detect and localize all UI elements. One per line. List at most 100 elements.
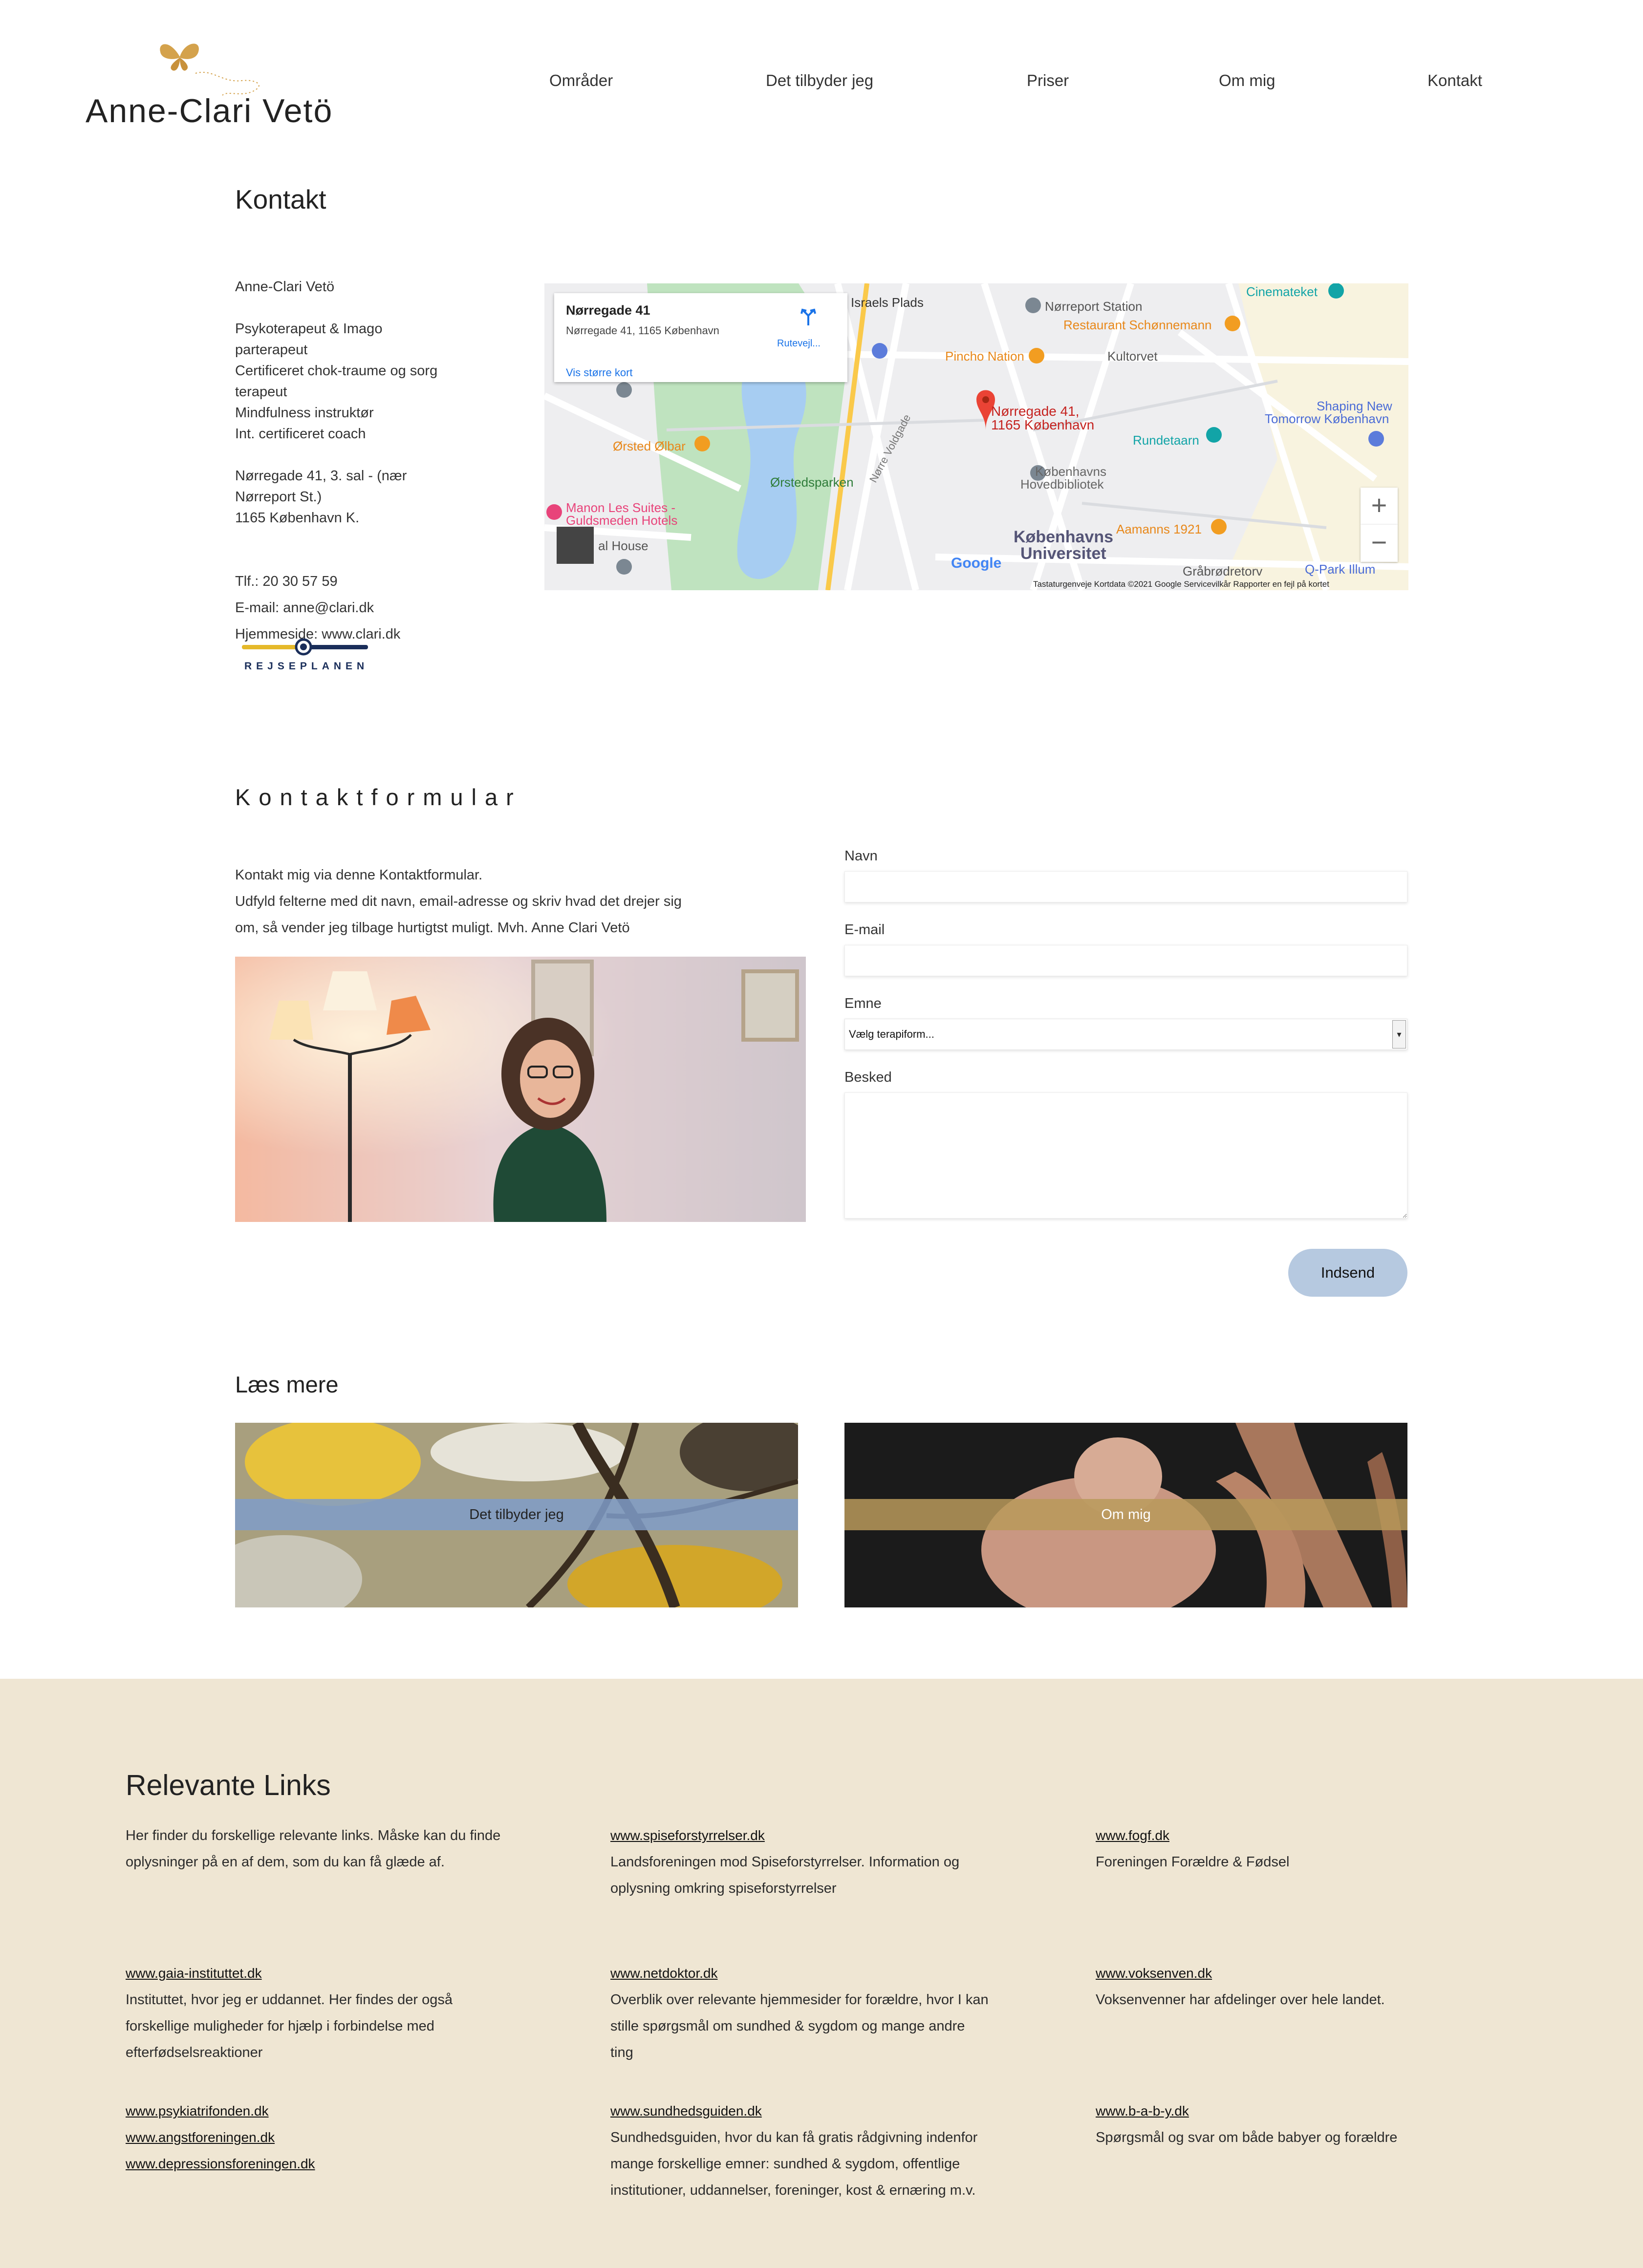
footer-link-desc: Foreningen Forældre & Fødsel xyxy=(1096,1854,1290,1870)
footer-link[interactable]: www.depressionsforeningen.dk xyxy=(126,2151,315,2177)
form-intro-line: om, så vender jeg tilbage hurtigtst muli… xyxy=(235,920,630,936)
footer-link-desc: Instituttet, hvor jeg er uddannet. Her f… xyxy=(126,1992,453,2008)
google-map[interactable]: Israels Plads Nørreport Station Cinemate… xyxy=(544,283,1408,590)
footer-title: Relevante Links xyxy=(126,1769,331,1801)
map-label: al House xyxy=(598,538,649,553)
footer-link-desc: stille spørgsmål om sundhed & sygdom og … xyxy=(610,2018,965,2034)
map-label: Q-Park Illum xyxy=(1305,562,1376,577)
site-logo-text[interactable]: Anne-Clari Vetö xyxy=(86,92,333,130)
form-intro: Kontakt mig via denne Kontaktformular. U… xyxy=(235,862,773,941)
read-more-card-offer[interactable]: Det tilbyder jeg xyxy=(235,1423,798,1607)
map-label: Cinemateket xyxy=(1246,284,1318,299)
map-card-address: Nørregade 41, 1165 København xyxy=(566,324,719,337)
footer-link-list: www.psykiatrifonden.dk www.angstforening… xyxy=(126,2098,315,2177)
select-arrow-icon[interactable]: ▾ xyxy=(1392,1020,1406,1048)
contact-title-line: Certificeret chok-traume og sorg xyxy=(235,363,438,379)
map-label: Gråbrødretorv xyxy=(1183,564,1263,578)
map-label: Ørstedsparken xyxy=(770,475,854,490)
footer-link-block: www.gaia-instituttet.dk Instituttet, hvo… xyxy=(126,1960,453,2066)
nav-priser[interactable]: Priser xyxy=(1027,71,1069,90)
footer-link-desc: mange forskellige emner: sundhed & sygdo… xyxy=(610,2156,960,2172)
footer-link-block: www.fogf.dk Foreningen Forældre & Fødsel xyxy=(1096,1822,1290,1875)
zoom-out-button[interactable]: − xyxy=(1361,525,1398,562)
therapist-photo xyxy=(235,957,806,1222)
footer-link-block: www.spiseforstyrrelser.dk Landsforeninge… xyxy=(610,1822,959,1902)
footer-link[interactable]: www.fogf.dk xyxy=(1096,1822,1290,1849)
card-label[interactable]: Det tilbyder jeg xyxy=(235,1499,798,1530)
map-card-title: Nørregade 41 xyxy=(566,303,650,318)
submit-button[interactable]: Indsend xyxy=(1288,1249,1407,1297)
map-label: Ørsted Ølbar xyxy=(613,439,686,453)
footer-intro: Her finder du forskellige relevante link… xyxy=(126,1822,500,1875)
footer-link[interactable]: www.gaia-instituttet.dk xyxy=(126,1960,453,1987)
contact-title-line: Int. certificeret coach xyxy=(235,426,366,442)
subject-label: Emne xyxy=(844,996,882,1011)
map-label: Nørreport Station xyxy=(1045,299,1143,314)
map-larger-link[interactable]: Vis større kort xyxy=(566,366,633,379)
nav-omrader[interactable]: Områder xyxy=(549,71,613,90)
map-label: Aamanns 1921 xyxy=(1116,522,1202,536)
name-label: Navn xyxy=(844,848,878,864)
map-label: Universitet xyxy=(1020,544,1106,563)
contact-name: Anne-Clari Vetö xyxy=(235,279,335,295)
nav-kontakt[interactable]: Kontakt xyxy=(1427,71,1482,90)
subject-select[interactable]: Vælg terapiform... ▾ xyxy=(844,1019,1407,1050)
footer-link-block: www.b-a-b-y.dk Spørgsmål og svar om både… xyxy=(1096,2098,1397,2151)
contact-title-line: terapeut xyxy=(235,384,287,400)
footer-link-desc: Sundhedsguiden, hvor du kan få gratis rå… xyxy=(610,2130,978,2145)
contact-title-line: parterapeut xyxy=(235,342,308,358)
subject-select-value: Vælg terapiform... xyxy=(849,1028,934,1040)
rejseplanen-label: REJSEPLANEN xyxy=(244,661,369,672)
footer-link[interactable]: www.psykiatrifonden.dk xyxy=(126,2098,315,2124)
directions-label[interactable]: Rutevejl... xyxy=(777,338,821,349)
map-label: Tomorrow København xyxy=(1265,411,1389,426)
contact-phone[interactable]: Tlf.: 20 30 57 59 xyxy=(235,568,489,595)
footer-intro-line: Her finder du forskellige relevante link… xyxy=(126,1828,501,1843)
read-more-card-about[interactable]: Om mig xyxy=(844,1423,1407,1607)
zoom-in-button[interactable]: + xyxy=(1361,488,1398,525)
map-label: Rundetaarn xyxy=(1133,433,1199,448)
footer-link-desc: Spørgsmål og svar om både babyer og foræ… xyxy=(1096,2130,1398,2145)
footer-link-desc: efterfødselsreaktioner xyxy=(126,2045,263,2060)
map-label: Hovedbibliotek xyxy=(1020,477,1104,492)
footer-intro-line: oplysninger på en af dem, som du kan få … xyxy=(126,1854,445,1870)
footer-link[interactable]: www.spiseforstyrrelser.dk xyxy=(610,1822,959,1849)
footer-link-block: www.netdoktor.dk Overblik over relevante… xyxy=(610,1960,989,2066)
contact-title-line: Mindfulness instruktør xyxy=(235,405,374,421)
form-intro-line: Udfyld felterne med dit navn, email-adre… xyxy=(235,894,682,909)
email-label: E-mail xyxy=(844,922,885,938)
map-label: Guldsmeden Hotels xyxy=(566,513,678,528)
footer-link-desc: forskellige muligheder for hjælp i forbi… xyxy=(126,2018,434,2034)
contact-address-line: Nørregade 41, 3. sal - (nær xyxy=(235,468,407,484)
footer-link[interactable]: www.angstforeningen.dk xyxy=(126,2124,315,2151)
map-label: Restaurant Schønnemann xyxy=(1063,318,1212,332)
footer-link-desc: oplysning omkring spiseforstyrrelser xyxy=(610,1881,837,1896)
footer-link[interactable]: www.b-a-b-y.dk xyxy=(1096,2098,1397,2124)
read-more-title: Læs mere xyxy=(235,1371,339,1397)
footer-link-block: www.sundhedsguiden.dk Sundhedsguiden, hv… xyxy=(610,2098,977,2204)
name-input[interactable] xyxy=(844,871,1407,902)
contact-info: Anne-Clari Vetö Psykoterapeut & Imago pa… xyxy=(235,277,489,529)
footer-link-desc: institutioner, uddannelser, foreninger, … xyxy=(610,2182,976,2198)
footer-link-desc: ting xyxy=(610,2045,633,2060)
map-footer[interactable]: Tastaturgenveje Kortdata ©2021 Google Se… xyxy=(1033,579,1329,589)
contact-address-line: Nørreport St.) xyxy=(235,489,322,505)
google-logo: Google xyxy=(951,555,1002,571)
nav-det-tilbyder-jeg[interactable]: Det tilbyder jeg xyxy=(766,71,873,90)
contact-email[interactable]: E-mail: anne@clari.dk xyxy=(235,595,489,621)
footer-link-desc: Landsforeningen mod Spiseforstyrrelser. … xyxy=(610,1854,960,1870)
card-label[interactable]: Om mig xyxy=(844,1499,1407,1530)
form-intro-line: Kontakt mig via denne Kontaktformular. xyxy=(235,867,483,883)
message-textarea[interactable] xyxy=(844,1092,1407,1219)
footer-link[interactable]: www.sundhedsguiden.dk xyxy=(610,2098,977,2124)
contact-title-line: Psykoterapeut & Imago xyxy=(235,321,383,337)
form-section-title: Kontaktformular xyxy=(235,784,522,810)
map-pin-label: 1165 København xyxy=(991,417,1095,432)
footer-link[interactable]: www.netdoktor.dk xyxy=(610,1960,989,1987)
email-input[interactable] xyxy=(844,945,1407,976)
footer-link-desc: Overblik over relevante hjemmesider for … xyxy=(610,1992,989,2008)
nav-om-mig[interactable]: Om mig xyxy=(1219,71,1275,90)
message-label: Besked xyxy=(844,1070,892,1085)
directions-icon[interactable] xyxy=(799,307,818,326)
footer-link[interactable]: www.voksenven.dk xyxy=(1096,1960,1385,1987)
